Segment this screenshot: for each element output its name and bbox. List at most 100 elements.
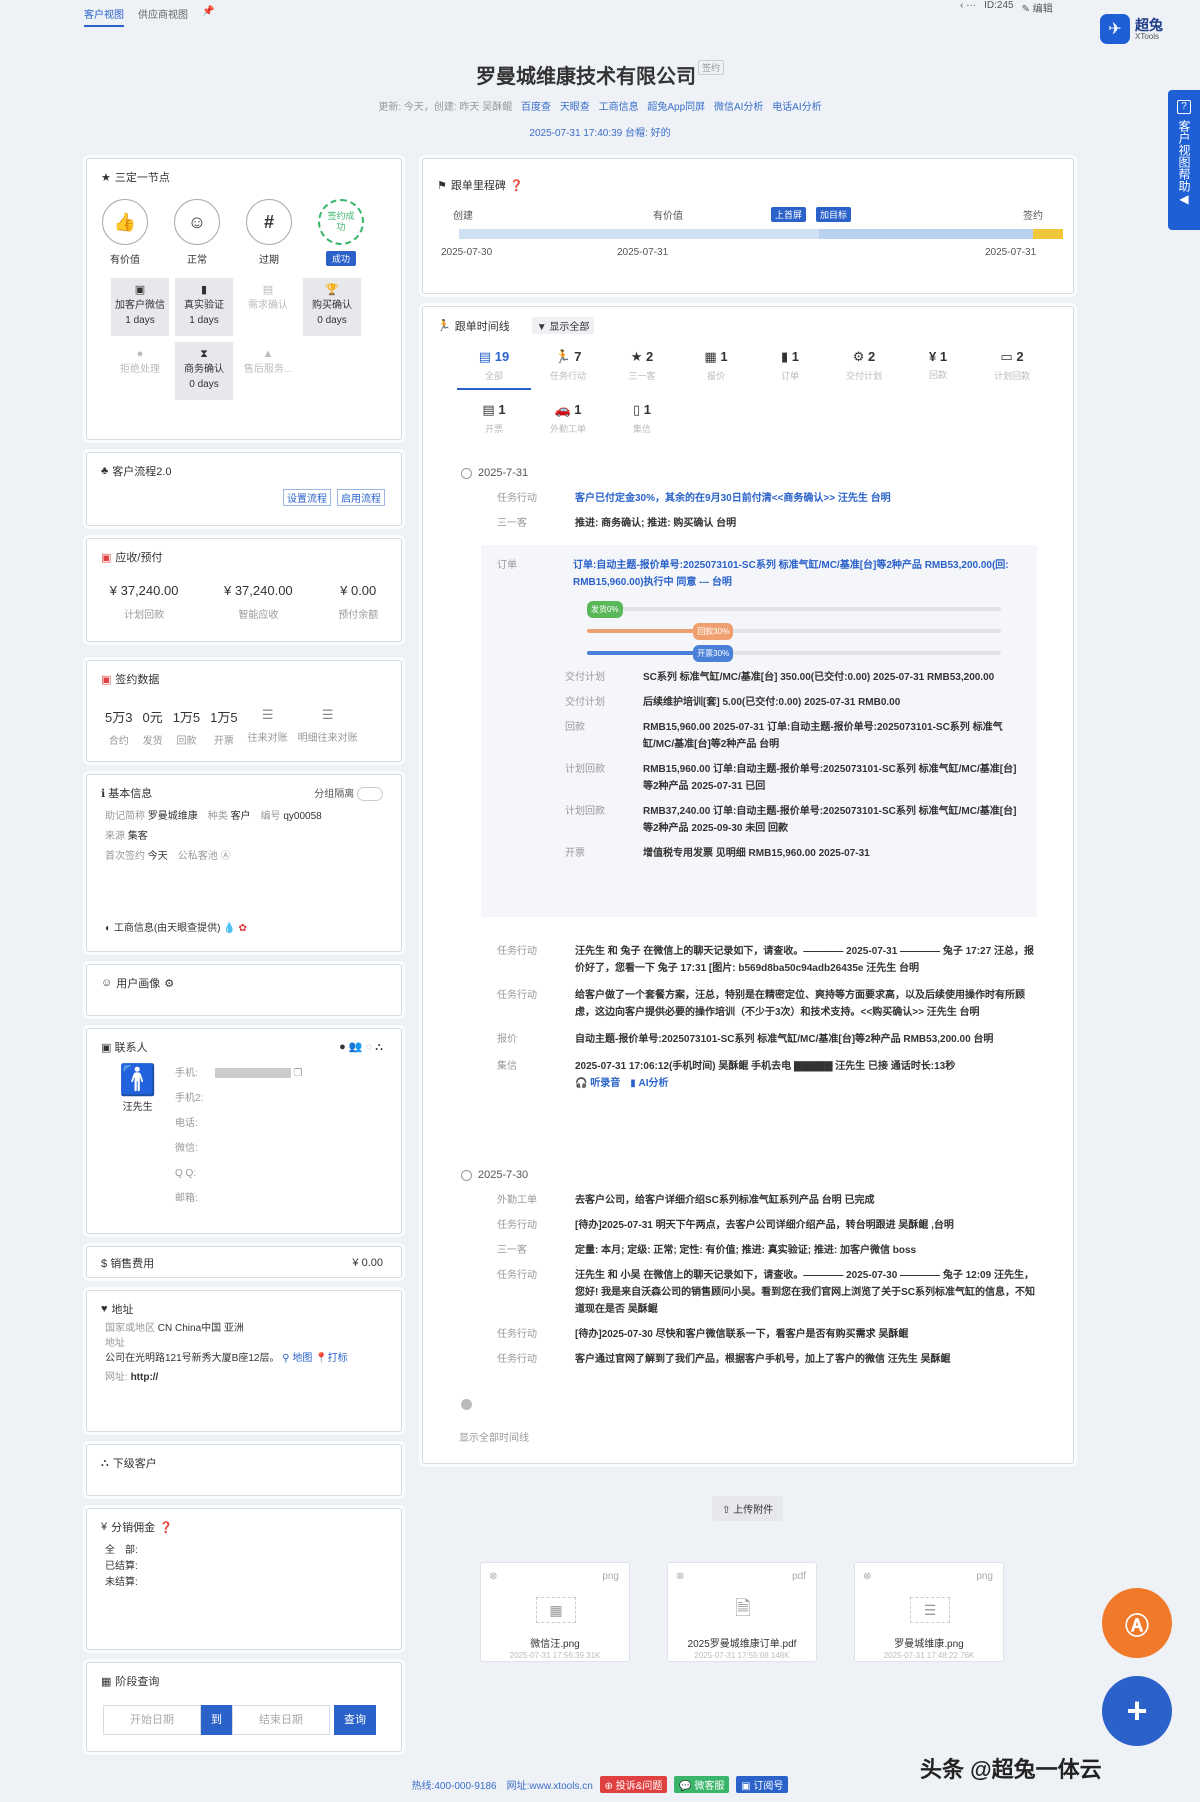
phone-ai-link[interactable]: 电话AI分析 [772, 102, 821, 113]
smart-receivable[interactable]: ¥ 37,240.00 智能应收 [224, 583, 293, 621]
sales-fee-card[interactable]: $ 销售费用 ¥ 0.00 [86, 1246, 402, 1278]
list-item[interactable]: 三一客 定量: 本月; 定级: 正常; 定性: 有价值; 推进: 真实验证; 推进… [497, 1242, 1041, 1259]
tianyan-link[interactable]: 天眼查 [560, 102, 590, 113]
list-item[interactable]: 交付计划 后续维护培训[套] 5.00(已交付:0.00) 2025-07-31 … [565, 694, 1021, 711]
step-demand[interactable]: ▤ 需求确认 [239, 278, 297, 336]
complaint-button[interactable]: ⊕ 投诉&问题 [599, 1776, 668, 1793]
ai-analysis-link[interactable]: ▮ AI分析 [630, 1078, 668, 1089]
query-button[interactable]: 查询 [334, 1705, 376, 1735]
latest-comment[interactable]: 2025-07-31 17:40:39 台帽: 好的 [0, 124, 1200, 139]
list-item[interactable]: 计划回款 RMB15,960.00 订单:自动主题-报价单号:2025073101… [565, 761, 1021, 795]
cat-all[interactable]: ▤ 19 全部 [457, 349, 531, 390]
step-add-wechat[interactable]: ▣ 加客户微信 1 days [111, 278, 169, 336]
add-button[interactable]: + [1102, 1676, 1172, 1746]
ai-assistant-button[interactable]: Ⓐ [1102, 1588, 1172, 1658]
tab-customer-view[interactable]: 客户视图 [84, 6, 124, 27]
pin-icon[interactable]: 📌 [202, 6, 214, 27]
contract-stat[interactable]: 5万3 合约 [105, 707, 132, 747]
list-item[interactable]: 任务行动 汪先生 和 小吴 在微信上的聊天记录如下，请查收。———— 2025-0… [497, 1267, 1041, 1318]
radio-icon[interactable]: ● [339, 1041, 346, 1053]
attachment-1[interactable]: ⊗ png ▦ 微信汪.png 2025-07-31 17:56:39 31K [480, 1562, 630, 1662]
wechat-service-button[interactable]: 💬 微客服 [674, 1776, 730, 1793]
list-item[interactable]: 交付计划 SC系列 标准气缸/MC/基准[台] 350.00(已交付:0.00) … [565, 669, 1021, 686]
list-item[interactable]: 任务行动 汪先生 和 兔子 在微信上的聊天记录如下，请查收。———— 2025-0… [497, 943, 1037, 977]
subscribe-button[interactable]: ▣ 订阅号 [736, 1776, 789, 1793]
detail-reconcile-stat[interactable]: ☰ 明细往来对账 [298, 707, 358, 747]
plan-payment[interactable]: ¥ 37,240.00 计划回款 [110, 583, 179, 621]
group-toggle[interactable] [357, 787, 383, 802]
close-icon[interactable]: ⊗ [863, 1571, 871, 1582]
show-all-timeline-link[interactable]: 显示全部时间线 [459, 1429, 529, 1444]
step-aftersale[interactable]: ▲ 售后服务... [239, 342, 297, 400]
list-item[interactable]: 订单 订单:自动主题-报价单号:2025073101-SC系列 标准气缸/MC/基… [497, 557, 1021, 591]
cat-sanyi[interactable]: ★ 2 三一客 [605, 349, 679, 390]
start-date-input[interactable]: 开始日期 [103, 1705, 201, 1735]
business-info-link[interactable]: 工商信息 [599, 102, 639, 113]
step-business[interactable]: ⧗ 商务确认 0 days [175, 342, 233, 400]
attachment-3[interactable]: ⊗ png ☰ 罗曼城维康.png 2025-07-31 17:48:22 76K [854, 1562, 1004, 1662]
prev-icon[interactable]: ‹ ··· [960, 0, 976, 15]
step-purchase[interactable]: 🏆 购买确认 0 days [303, 278, 361, 336]
upload-button[interactable]: ⇧ 上传附件 [712, 1496, 784, 1521]
copy-icon[interactable]: ❐ [293, 1068, 302, 1079]
map-link[interactable]: ⚲ 地图 [282, 1353, 312, 1364]
reconcile-stat[interactable]: ☰ 往来对账 [248, 707, 288, 747]
show-all-toggle[interactable]: ▼ 显示全部 [531, 317, 595, 334]
cat-payment[interactable]: ¥ 1 回款 [901, 349, 975, 390]
listen-record-link[interactable]: 🎧 听录音 [575, 1078, 620, 1089]
step-verify[interactable]: ▮ 真实验证 1 days [175, 278, 233, 336]
web-value[interactable]: http:// [131, 1372, 159, 1383]
list-item[interactable]: 外勤工单 去客户公司，给客户详细介绍SC系列标准气缸系列产品 台明 已完成 [497, 1192, 1041, 1209]
node-valuable[interactable]: 👍 有价值 [101, 199, 149, 266]
list-item[interactable]: 任务行动 客户通过官网了解到了我们产品，根据客户手机号，加上了客户的微信 汪先生 … [497, 1351, 1041, 1368]
pool-icon[interactable]: Ⓐ [221, 851, 231, 862]
edit-link[interactable]: ✎ 编辑 [1022, 0, 1053, 15]
group-icon[interactable]: 👥 [349, 1041, 363, 1053]
help-icon[interactable]: ❓ [510, 179, 524, 192]
list-item[interactable]: 报价 自动主题-报价单号:2025073101-SC系列 标准气缸/MC/基准[台… [497, 1031, 1037, 1048]
list-item[interactable]: 任务行动 [待办]2025-07-30 尽快和客户微信联系一下，看客户是否有购买需… [497, 1326, 1041, 1343]
list-item[interactable]: 开票 增值税专用发票 见明细 RMB15,960.00 2025-07-31 [565, 845, 1021, 862]
list-item[interactable]: 集信 2025-07-31 17:06:12(手机时间) 吴酥鲲 手机去电 ▇▇▇… [497, 1058, 1037, 1092]
baidu-link[interactable]: 百度查 [521, 102, 551, 113]
list-item[interactable]: 任务行动 给客户做了一个套餐方案，汪总，特别是在精密定位、爽持等方面要求高，以及后… [497, 987, 1037, 1021]
invoice-stat[interactable]: 1万5 开票 [210, 707, 237, 747]
cat-invoice[interactable]: ▤ 1 开票 [457, 402, 531, 435]
cat-task[interactable]: 🏃 7 任务行动 [531, 349, 605, 390]
attachment-2[interactable]: ⊗ pdf 🗎 2025罗曼城维康订单.pdf 2025-07-31 17:55:08 … [667, 1562, 817, 1662]
node-expired[interactable]: # 过期 [245, 199, 293, 266]
prepay-balance[interactable]: ¥ 0.00 预付余额 [338, 583, 378, 621]
list-item[interactable]: 计划回款 RMB37,240.00 订单:自动主题-报价单号:2025073101… [565, 803, 1021, 837]
list-item[interactable]: 任务行动 [待办]2025-07-31 明天下午两点，去客户公司详细介绍产品，转台… [497, 1217, 1041, 1234]
radio-empty-icon[interactable]: ○ [366, 1041, 373, 1053]
contact-person[interactable]: 🚹 汪先生 [119, 1063, 156, 1113]
cat-message[interactable]: ▯ 1 集信 [605, 402, 679, 435]
business-info-row[interactable]: ◐ 工商信息(由天眼查提供) 💧 ✿ [105, 919, 247, 934]
mark-link[interactable]: 📍打标 [315, 1353, 347, 1364]
node-normal[interactable]: ☺ 正常 [173, 199, 221, 266]
question-icon[interactable]: ❓ [159, 1521, 173, 1534]
end-date-input[interactable]: 结束日期 [232, 1705, 330, 1735]
website-link[interactable]: 网址:www.xtools.cn [507, 1781, 593, 1792]
cat-order[interactable]: ▮ 1 订单 [753, 349, 827, 390]
wechat-ai-link[interactable]: 微信AI分析 [714, 102, 763, 113]
delivery-stat[interactable]: 0元 发货 [142, 707, 162, 747]
top-screen-button[interactable]: 上首屏 [771, 207, 807, 222]
list-item[interactable]: 三一客 推进: 商务确认; 推进: 购买确认 台明 [497, 515, 1041, 532]
close-icon[interactable]: ⊗ [489, 1571, 497, 1582]
node-signed[interactable]: 签约成功 成功 [317, 199, 365, 266]
payment-stat[interactable]: 1万5 回款 [173, 707, 200, 747]
help-tab[interactable]: ? 客户视图帮助 ◀ [1168, 90, 1200, 230]
list-item[interactable]: 任务行动 客户已付定金30%，其余的在9月30日前付清<<商务确认>> 汪先生 台… [497, 490, 1041, 507]
step-reject[interactable]: ● 拒绝处理 [111, 342, 169, 400]
cat-plan-payment[interactable]: ▭ 2 计划回款 [975, 349, 1049, 390]
enable-flow-button[interactable]: 启用流程 [337, 489, 385, 506]
cat-field-work[interactable]: 🚗 1 外勤工单 [531, 402, 605, 435]
list-item[interactable]: 回款 RMB15,960.00 2025-07-31 订单:自动主题-报价单号:2… [565, 719, 1021, 753]
tab-supplier-view[interactable]: 供应商视图 [138, 6, 188, 27]
set-flow-button[interactable]: 设置流程 [283, 489, 331, 506]
cat-delivery[interactable]: ⚙ 2 交付计划 [827, 349, 901, 390]
add-target-button[interactable]: 加目标 [816, 207, 852, 222]
gear-icon[interactable]: ⚙ [164, 977, 174, 990]
cat-quote[interactable]: ▦ 1 报价 [679, 349, 753, 390]
